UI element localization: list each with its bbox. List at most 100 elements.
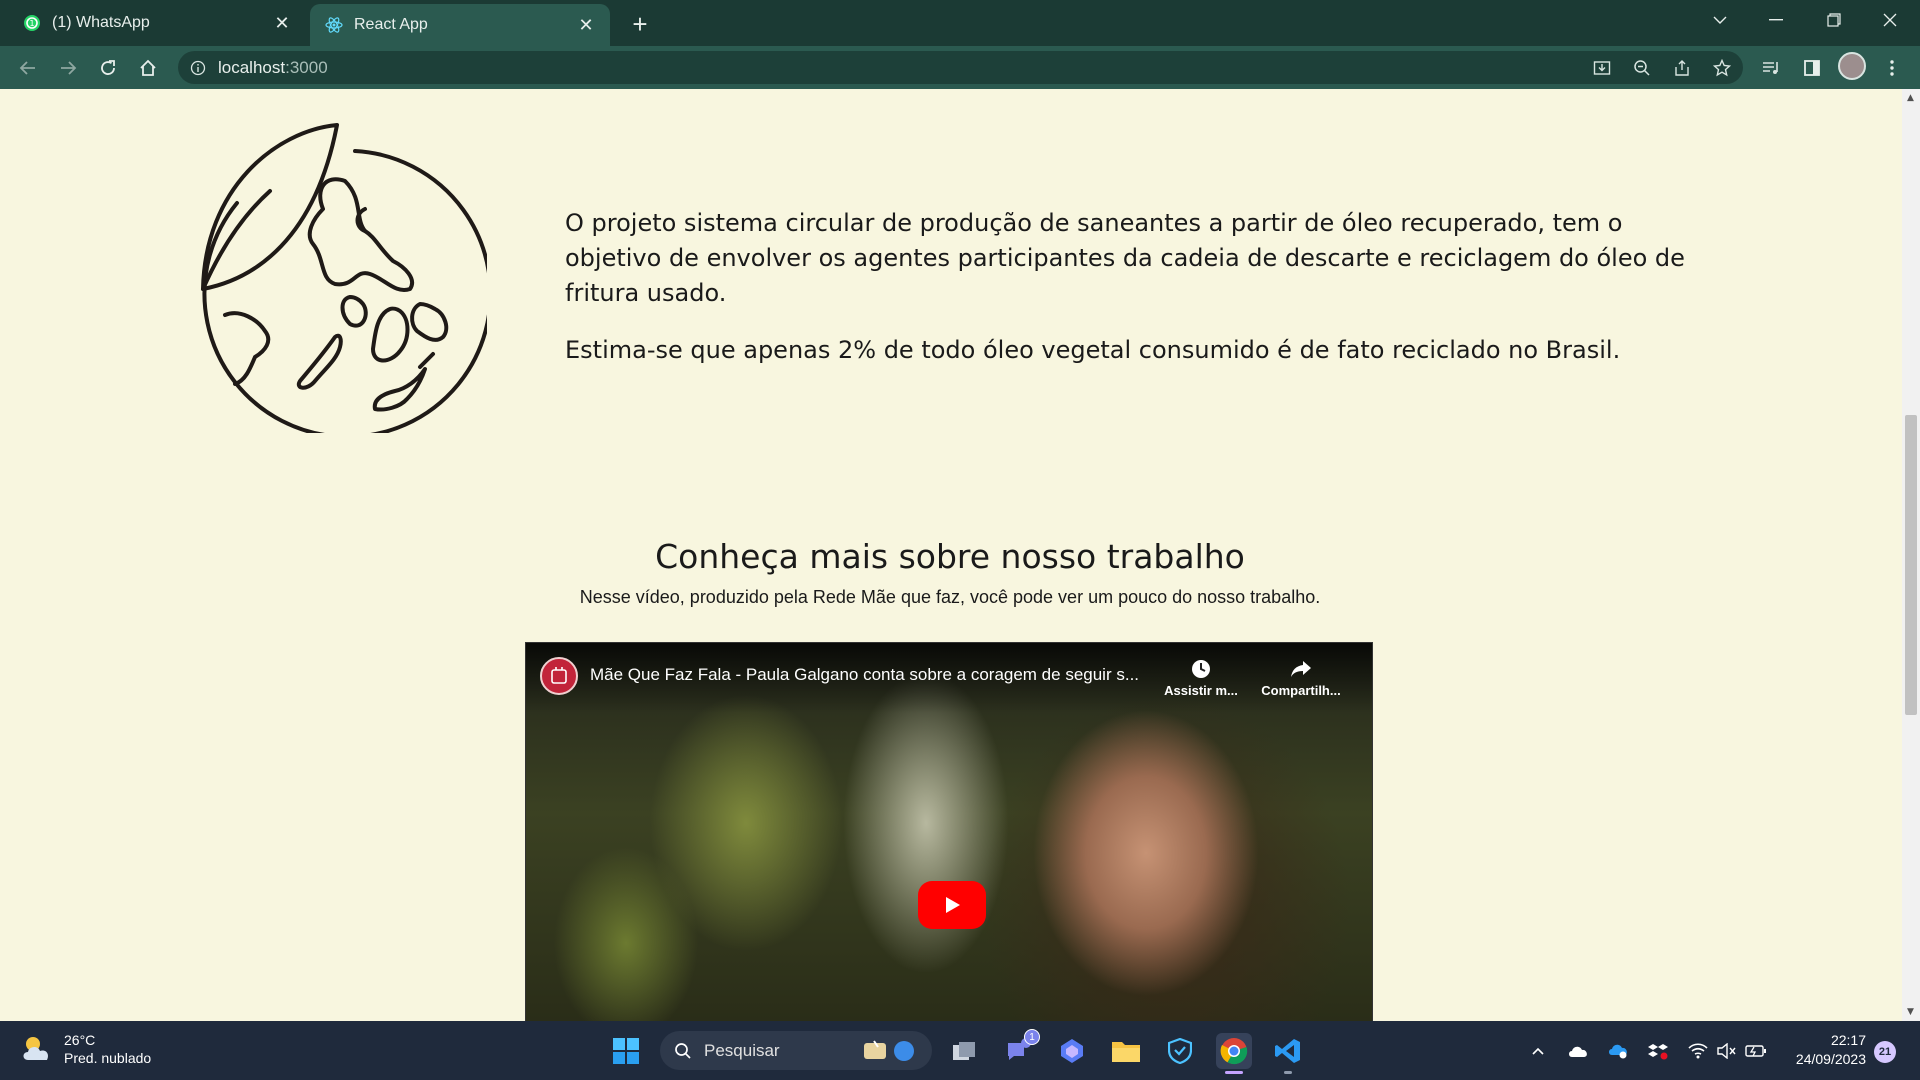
weather-temp: 26°C [64, 1032, 96, 1048]
kebab-menu-icon [1890, 60, 1894, 76]
vscode-icon [1275, 1039, 1300, 1063]
install-app-button[interactable] [1586, 52, 1618, 84]
home-icon [140, 59, 156, 76]
react-icon [324, 15, 344, 35]
share-button[interactable]: Compartilh... [1256, 655, 1346, 698]
weather-widget[interactable]: 26°C Pred. nublado [20, 1031, 151, 1067]
profile-avatar[interactable] [1838, 52, 1866, 80]
channel-avatar[interactable] [540, 657, 578, 695]
intro-paragraph-2: Estima-se que apenas 2% de todo óleo veg… [565, 336, 1621, 364]
zoom-out-icon [1634, 60, 1650, 76]
svg-text:1: 1 [29, 19, 34, 28]
chrome-active-indicator [1225, 1071, 1243, 1074]
bookmark-button[interactable] [1706, 52, 1738, 84]
intro-text: O projeto sistema circular de produção d… [565, 206, 1725, 390]
media-control-button[interactable] [1756, 52, 1788, 84]
task-view-icon [953, 1042, 975, 1060]
battery-tray[interactable] [1744, 1039, 1768, 1063]
video-title[interactable]: Mãe Que Faz Fala - Paula Galgano conta s… [590, 665, 1170, 685]
scroll-thumb[interactable] [1905, 415, 1917, 715]
windows-logo-icon [613, 1038, 639, 1064]
restore-icon [1827, 13, 1841, 27]
menu-button[interactable] [1876, 52, 1908, 84]
weather-desc: Pred. nublado [64, 1050, 152, 1066]
teams-chat-button[interactable]: 1 [1000, 1029, 1040, 1069]
scroll-down-arrow[interactable]: ▼ [1907, 1008, 1915, 1017]
page-scrollbar[interactable]: ▲ ▼ [1902, 89, 1920, 1021]
url-text: localhost:3000 [218, 58, 328, 78]
watch-later-button[interactable]: Assistir m... [1156, 655, 1246, 698]
reload-button[interactable] [92, 52, 124, 84]
notification-badge[interactable]: 21 [1874, 1041, 1896, 1063]
show-hidden-icons-button[interactable] [1526, 1039, 1550, 1063]
youtube-video-embed[interactable]: Mãe Que Faz Fala - Paula Galgano conta s… [525, 642, 1373, 1021]
volume-tray[interactable] [1714, 1039, 1738, 1063]
home-button[interactable] [132, 52, 164, 84]
tab-search-button[interactable] [1692, 0, 1748, 40]
taskbar-search[interactable]: Pesquisar [660, 1031, 932, 1070]
wifi-tray[interactable] [1686, 1039, 1710, 1063]
partly-cloudy-icon [23, 1037, 49, 1060]
dropbox-tray[interactable] [1646, 1039, 1670, 1063]
onedrive-tray[interactable] [1566, 1039, 1590, 1063]
globe-leaf-icon [201, 123, 487, 433]
minimize-icon [1769, 19, 1783, 21]
close-window-button[interactable] [1862, 0, 1918, 40]
close-icon[interactable]: ✕ [272, 13, 292, 33]
intro-paragraph-1: O projeto sistema circular de produção d… [565, 209, 1685, 307]
whatsapp-icon: 1 [22, 13, 42, 33]
chrome-icon [1220, 1038, 1248, 1065]
taskbar-clock[interactable]: 22:17 24/09/2023 [1786, 1031, 1866, 1069]
url-host: localhost [218, 57, 286, 77]
task-view-button[interactable] [946, 1033, 982, 1069]
playlist-icon [1763, 62, 1778, 74]
onedrive-business-tray[interactable] [1606, 1039, 1630, 1063]
tab-whatsapp[interactable]: 1 (1) WhatsApp ✕ [8, 3, 306, 43]
security-app-button[interactable] [1162, 1033, 1198, 1069]
tab-react-app[interactable]: React App ✕ [310, 4, 610, 46]
star-icon [1713, 59, 1731, 77]
play-button[interactable] [918, 881, 986, 929]
watch-later-label: Assistir m... [1164, 683, 1238, 698]
scroll-up-arrow[interactable]: ▲ [1907, 94, 1915, 103]
battery-icon [1745, 1045, 1766, 1057]
play-icon [946, 897, 960, 913]
windows-taskbar: 26°C Pred. nublado Pesquisar 1 22:17 24/… [0, 1021, 1920, 1080]
tab-title: React App [354, 16, 428, 33]
address-bar[interactable]: localhost:3000 [178, 51, 1743, 84]
arrow-left-icon [19, 61, 35, 75]
section-subtitle: Nesse vídeo, produzido pela Rede Mãe que… [579, 587, 1321, 607]
minimize-button[interactable] [1748, 0, 1804, 40]
share-page-button[interactable] [1666, 52, 1698, 84]
channel-logo-icon [551, 667, 567, 684]
chrome-button[interactable] [1216, 1033, 1252, 1069]
info-icon[interactable] [190, 60, 206, 76]
close-icon[interactable]: ✕ [576, 15, 596, 35]
new-tab-button[interactable]: + [624, 8, 656, 40]
clock-time: 22:17 [1830, 1032, 1866, 1048]
vscode-open-indicator [1284, 1071, 1292, 1074]
install-icon [1593, 61, 1611, 75]
tab-title: (1) WhatsApp [52, 14, 150, 31]
wifi-icon [1688, 1043, 1708, 1059]
share-arrow-icon [1291, 661, 1311, 677]
file-explorer-button[interactable] [1108, 1033, 1144, 1069]
vscode-button[interactable] [1270, 1033, 1306, 1069]
volume-muted-icon [1717, 1043, 1736, 1059]
cloud-icon [1569, 1046, 1587, 1057]
chevron-up-icon [1532, 1047, 1544, 1055]
back-button[interactable] [12, 52, 44, 84]
start-button[interactable] [608, 1033, 644, 1069]
teams-badge: 1 [1024, 1029, 1040, 1045]
chevron-down-icon [1713, 16, 1727, 24]
folder-icon [1112, 1042, 1140, 1062]
copilot-button[interactable] [1054, 1033, 1090, 1069]
shield-icon [1168, 1038, 1192, 1064]
tab-strip: 1 (1) WhatsApp ✕ React App ✕ + [0, 0, 1920, 46]
zoom-button[interactable] [1626, 52, 1658, 84]
side-panel-button[interactable] [1796, 52, 1828, 84]
dropbox-icon [1648, 1044, 1668, 1060]
forward-button[interactable] [52, 52, 84, 84]
section-title: Conheça mais sobre nosso trabalho [655, 537, 1245, 576]
restore-button[interactable] [1806, 0, 1862, 40]
